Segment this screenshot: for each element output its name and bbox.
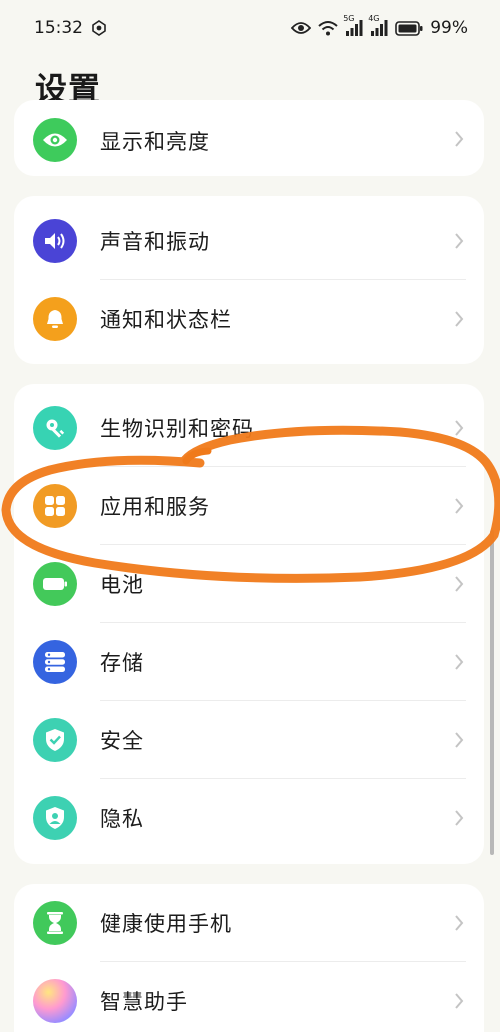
chevron-right-icon — [454, 310, 464, 332]
status-bar: 15:32 5G 4G 99% — [0, 0, 500, 56]
hourglass-icon — [33, 901, 77, 945]
settings-item-label: 声音和振动 — [100, 230, 210, 254]
scrollbar[interactable] — [490, 530, 494, 855]
settings-group-wellbeing: 健康使用手机 智慧助手 — [14, 884, 484, 1032]
settings-item-biometrics[interactable]: 生物识别和密码 — [14, 389, 484, 467]
chevron-right-icon — [454, 731, 464, 753]
key-icon — [33, 406, 77, 450]
settings-item-display[interactable]: 显示和亮度 — [14, 100, 484, 176]
signal-icon: 5G — [343, 14, 363, 36]
shield-check-icon — [33, 718, 77, 762]
settings-item-label: 健康使用手机 — [100, 912, 232, 936]
settings-item-label: 隐私 — [100, 807, 144, 831]
notification-icon — [91, 20, 107, 36]
bell-icon — [33, 297, 77, 341]
chevron-right-icon — [454, 992, 464, 1014]
chevron-right-icon — [454, 653, 464, 675]
settings-item-security[interactable]: 安全 — [14, 701, 484, 779]
settings-group-display: 显示和亮度 — [14, 100, 484, 176]
settings-item-sound[interactable]: 声音和振动 — [14, 202, 484, 280]
settings-item-label: 显示和亮度 — [100, 130, 210, 154]
settings-item-label: 安全 — [100, 729, 144, 753]
chevron-right-icon — [454, 130, 464, 152]
status-time: 15:32 — [34, 18, 83, 38]
settings-group-sound: 声音和振动 通知和状态栏 — [14, 196, 484, 364]
signal-4g-label: 4G — [368, 14, 380, 23]
chevron-right-icon — [454, 232, 464, 254]
apps-grid-icon — [33, 484, 77, 528]
settings-item-label: 电池 — [100, 573, 144, 597]
battery-icon — [395, 20, 423, 36]
eye-icon — [291, 21, 312, 35]
battery-icon — [33, 562, 77, 606]
battery-percent: 99% — [430, 18, 468, 38]
privacy-shield-icon — [33, 796, 77, 840]
settings-item-privacy[interactable]: 隐私 — [14, 779, 484, 857]
settings-item-label: 通知和状态栏 — [100, 308, 232, 332]
settings-item-notifications[interactable]: 通知和状态栏 — [14, 280, 484, 358]
chevron-right-icon — [454, 575, 464, 597]
settings-item-digital-wellbeing[interactable]: 健康使用手机 — [14, 884, 484, 962]
settings-item-smart-assistant[interactable]: 智慧助手 — [14, 962, 484, 1032]
assistant-orb-icon — [33, 979, 77, 1023]
speaker-icon — [33, 219, 77, 263]
settings-item-label: 生物识别和密码 — [100, 417, 254, 441]
settings-item-label: 存储 — [100, 651, 144, 675]
chevron-right-icon — [454, 419, 464, 441]
eye-icon — [33, 118, 77, 162]
settings-item-label: 智慧助手 — [100, 990, 188, 1014]
signal-icon: 4G — [368, 14, 388, 36]
chevron-right-icon — [454, 809, 464, 831]
settings-item-storage[interactable]: 存储 — [14, 623, 484, 701]
settings-item-battery[interactable]: 电池 — [14, 545, 484, 623]
signal-5g-label: 5G — [343, 14, 355, 23]
storage-icon — [33, 640, 77, 684]
chevron-right-icon — [454, 914, 464, 936]
settings-item-label: 应用和服务 — [100, 495, 210, 519]
chevron-right-icon — [454, 497, 464, 519]
status-indicators: 5G 4G 99% — [291, 14, 468, 38]
settings-group-system: 生物识别和密码 应用和服务 电池 存储 安全 隐私 — [14, 384, 484, 864]
wifi-icon — [318, 20, 338, 36]
settings-item-apps-services[interactable]: 应用和服务 — [14, 467, 484, 545]
status-time-group: 15:32 — [34, 18, 107, 38]
